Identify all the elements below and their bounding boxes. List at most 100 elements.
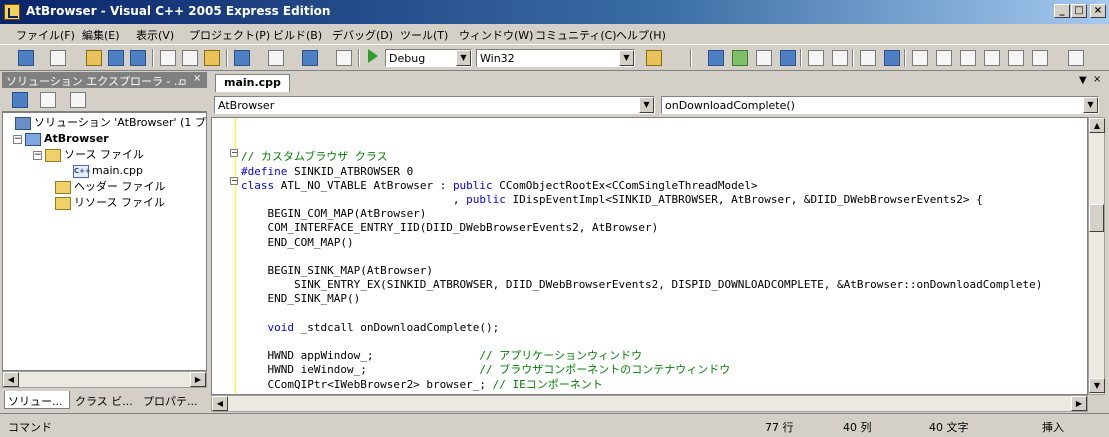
status-column: 40 列 (843, 421, 872, 434)
code-line: // カスタムブラウザ クラス (241, 150, 388, 164)
chevron-down-icon[interactable]: ▼ (1083, 97, 1098, 113)
prev-bookmark-icon[interactable] (936, 50, 952, 66)
editor-vertical-scrollbar[interactable]: ▲ ▼ (1088, 117, 1105, 395)
next-bookmark-folder-icon[interactable] (1008, 50, 1024, 66)
next-bookmark-icon[interactable] (960, 50, 976, 66)
scroll-left-icon[interactable]: ◀ (3, 372, 19, 387)
cpp-file-icon: C++ (73, 164, 91, 178)
decrease-indent-icon[interactable] (808, 50, 824, 66)
toolbar-separator (690, 49, 692, 67)
navigate-back-icon[interactable] (302, 50, 318, 66)
pin-icon[interactable]: ㅁ (178, 74, 187, 89)
minimize-button[interactable]: _ (1054, 4, 1070, 18)
scroll-down-icon[interactable]: ▼ (1089, 378, 1105, 393)
solution-horizontal-scrollbar[interactable]: ◀ ▶ (2, 371, 207, 388)
scroll-right-icon[interactable]: ▶ (1071, 396, 1087, 411)
scroll-right-icon[interactable]: ▶ (190, 372, 206, 387)
tree-item-resource-files[interactable]: リソース ファイル (55, 195, 165, 211)
code-line: #define SINKID_ATBROWSER 0 (241, 164, 414, 178)
menu-project[interactable]: プロジェクト(P) (189, 27, 270, 43)
editor-horizontal-scrollbar[interactable]: ◀ ▶ (211, 395, 1088, 412)
start-debugging-icon[interactable] (368, 49, 378, 63)
chevron-down-icon[interactable]: ▼ (456, 50, 471, 66)
status-char: 40 文字 (929, 421, 969, 434)
scroll-thumb[interactable] (1089, 204, 1104, 232)
properties-icon[interactable] (12, 92, 28, 108)
refresh-icon[interactable] (70, 92, 86, 108)
editor-margin[interactable] (212, 118, 236, 394)
menu-window[interactable]: ウィンドウ(W) (459, 27, 533, 43)
menu-help[interactable]: ヘルプ(H) (616, 27, 666, 43)
toolbar-options-icon[interactable] (1068, 50, 1084, 66)
tree-item-main-cpp[interactable]: C++main.cpp (73, 163, 143, 179)
menu-file[interactable]: ファイル(F) (16, 27, 75, 43)
toolbar-separator (226, 49, 228, 67)
collapse-icon[interactable]: − (13, 134, 22, 144)
font-size-icon[interactable] (780, 50, 796, 66)
fold-collapse-icon[interactable]: − (230, 177, 238, 185)
member-dropdown[interactable]: onDownloadComplete() ▼ (661, 96, 1099, 114)
menu-debug[interactable]: デバッグ(D) (332, 27, 393, 43)
chevron-down-icon[interactable]: ▼ (639, 97, 654, 113)
tree-item-label: AtBrowser (44, 132, 109, 145)
uncomment-icon[interactable] (884, 50, 900, 66)
tab-class-view[interactable]: クラス ビ... (72, 391, 138, 409)
close-button[interactable]: × (1090, 4, 1106, 18)
cut-icon[interactable] (160, 50, 176, 66)
scroll-up-icon[interactable]: ▲ (1089, 118, 1105, 133)
show-all-files-icon[interactable] (40, 92, 56, 108)
prev-bookmark-folder-icon[interactable] (984, 50, 1000, 66)
undo-icon[interactable] (234, 50, 250, 66)
menu-build[interactable]: ビルド(B) (273, 27, 322, 43)
menu-tools[interactable]: ツール(T) (400, 27, 448, 43)
tree-item-solution[interactable]: ソリューション 'AtBrowser' (1 プロジェクト) (15, 115, 206, 131)
solution-tree[interactable]: ソリューション 'AtBrowser' (1 プロジェクト) −AtBrowse… (2, 112, 207, 371)
paste-icon[interactable] (204, 50, 220, 66)
menu-view[interactable]: 表示(V) (136, 27, 174, 43)
add-item-icon[interactable] (50, 50, 66, 66)
save-all-icon[interactable] (130, 50, 146, 66)
comment-icon[interactable] (860, 50, 876, 66)
bookmark-icon[interactable] (912, 50, 928, 66)
solution-icon (15, 116, 31, 130)
find-icon[interactable] (646, 50, 662, 66)
platform-dropdown[interactable]: Win32 ▼ (476, 49, 635, 67)
navigate-forward-icon[interactable] (336, 50, 352, 66)
toolbar-separator (852, 49, 854, 67)
open-file-icon[interactable] (86, 50, 102, 66)
tree-item-source-files[interactable]: − ソース ファイル (33, 147, 144, 163)
tab-main-cpp[interactable]: main.cpp (215, 74, 290, 92)
tree-item-header-files[interactable]: ヘッダー ファイル (55, 179, 166, 195)
copy-icon[interactable] (182, 50, 198, 66)
chevron-down-icon[interactable]: ▼ (619, 50, 634, 66)
new-project-icon[interactable] (18, 50, 34, 66)
app-icon[interactable] (4, 4, 20, 20)
properties-icon[interactable] (732, 50, 748, 66)
config-dropdown[interactable]: Debug ▼ (385, 49, 472, 67)
close-icon[interactable]: × (193, 73, 201, 84)
code-line: SINK_ENTRY_EX(SINKID_ATBROWSER, DIID_DWe… (241, 278, 1043, 292)
fold-collapse-icon[interactable]: − (230, 149, 238, 157)
tab-properties[interactable]: プロパテ... (140, 391, 206, 409)
title-bar: AtBrowser - Visual C++ 2005 Express Edit… (0, 0, 1109, 24)
menu-community[interactable]: コミュニティ(C) (535, 27, 617, 43)
tab-solution-explorer[interactable]: ソリュー... (4, 391, 70, 409)
menu-bar: ファイル(F) 編集(E) 表示(V) プロジェクト(P) ビルド(B) デバッ… (0, 24, 1109, 44)
redo-icon[interactable] (268, 50, 284, 66)
close-document-icon[interactable]: × (1093, 74, 1101, 85)
collapse-icon[interactable]: − (33, 150, 42, 160)
tab-list-icon[interactable]: ▼ (1079, 75, 1087, 86)
menu-edit[interactable]: 編集(E) (82, 27, 120, 43)
clear-bookmarks-icon[interactable] (1032, 50, 1048, 66)
maximize-button[interactable]: □ (1071, 4, 1087, 18)
class-dropdown[interactable]: AtBrowser ▼ (214, 96, 655, 114)
save-icon[interactable] (108, 50, 124, 66)
navigation-bar: AtBrowser ▼ onDownloadComplete() ▼ (211, 93, 1107, 117)
code-editor[interactable]: − − // カスタムブラウザ クラス #define SINKID_ATBROW… (211, 117, 1088, 395)
class-view-icon[interactable] (756, 50, 772, 66)
solution-explorer-icon[interactable] (708, 50, 724, 66)
scroll-left-icon[interactable]: ◀ (212, 396, 228, 411)
code-line: HWND ieWindow_; // ブラウザコンポーネントのコンテナウィンドウ (241, 363, 731, 377)
tree-item-project[interactable]: − AtBrowser (13, 131, 109, 147)
increase-indent-icon[interactable] (832, 50, 848, 66)
